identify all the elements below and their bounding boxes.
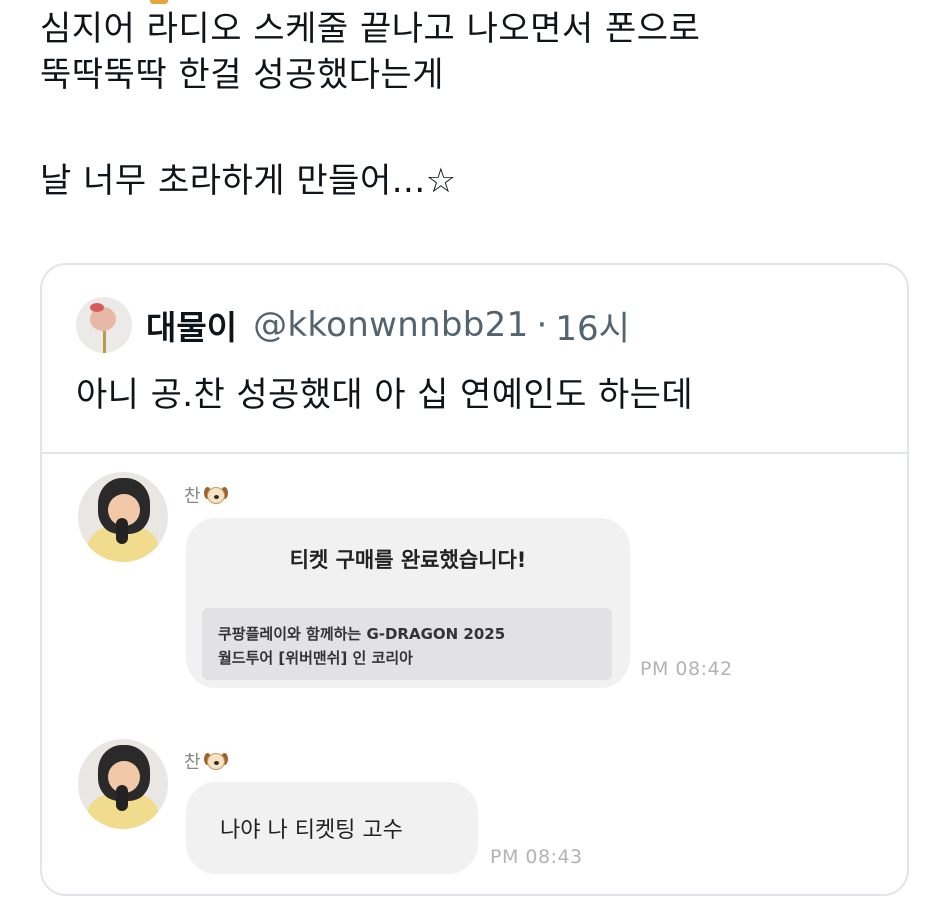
tweet-body: 심지어 라디오 스케줄 끝나고 나오면서 폰으로 뚝딱뚝딱 한걸 성공했다는게 … [40, 6, 920, 204]
sender-label: 찬 [184, 486, 201, 507]
tweet-line-2: 뚝딱뚝딱 한걸 성공했다는게 [40, 55, 444, 95]
quoted-tweet-text: 아니 공.찬 성공했대 아 십 연예인도 하는데 [76, 375, 694, 415]
sender-name: 찬 [184, 482, 228, 508]
chat-avatar [78, 472, 168, 562]
dog-face-icon [203, 750, 228, 772]
ticket-detail-line: 월드투어 [위버맨쉬] 인 코리아 [218, 649, 413, 667]
tweet-line-1: 심지어 라디오 스케줄 끝나고 나오면서 폰으로 [40, 9, 701, 49]
avatar-hand [116, 518, 128, 544]
quoted-tweet-card[interactable]: 대물이 @kkonwnnbb21 · 16시 아니 공.찬 성공했대 아 십 연… [40, 263, 909, 896]
message-time: PM 08:43 [490, 846, 583, 868]
sender-label: 찬 [184, 752, 201, 773]
tweet-screenshot: 심지어 라디오 스케줄 끝나고 나오면서 폰으로 뚝딱뚝딱 한걸 성공했다는게 … [0, 0, 944, 921]
display-name[interactable]: 대물이 [146, 301, 237, 349]
ticket-detail-line: 쿠팡플레이와 함께하는 G-DRAGON 2025 [218, 625, 506, 643]
quoted-tweet-header: 대물이 @kkonwnnbb21 · 16시 [76, 295, 630, 355]
message-time: PM 08:42 [640, 658, 733, 680]
avatar-bow [90, 303, 104, 312]
chat-avatar [78, 739, 168, 829]
tweet-line-3: 날 너무 초라하게 만들어...☆ [40, 161, 457, 201]
sender-name: 찬 [184, 748, 228, 774]
attached-chat-image[interactable]: 찬 티켓 구매를 완료했습니다! 쿠팡플레이와 함께하는 G-DRAGON 20… [42, 452, 907, 894]
text-bubble: 나야 나 티켓팅 고수 [186, 782, 478, 874]
avatar[interactable] [76, 297, 132, 353]
tweet-timestamp[interactable]: 16시 [555, 301, 630, 350]
ticket-detail-box: 쿠팡플레이와 함께하는 G-DRAGON 2025 월드투어 [위버맨쉬] 인 … [202, 608, 612, 680]
cropped-emoji-sliver [150, 0, 168, 4]
ticket-bubble: 티켓 구매를 완료했습니다! 쿠팡플레이와 함께하는 G-DRAGON 2025… [186, 518, 630, 688]
separator-dot: · [536, 305, 548, 345]
dog-nose [213, 761, 219, 765]
user-handle[interactable]: @kkonwnnbb21 [253, 305, 528, 345]
dog-nose [213, 495, 219, 499]
message-text: 나야 나 티켓팅 고수 [220, 818, 403, 843]
ticket-title: 티켓 구매를 완료했습니다! [289, 548, 527, 572]
tweet-line-gap [40, 98, 920, 156]
avatar-hand [116, 785, 128, 811]
dog-face-icon [203, 484, 228, 506]
